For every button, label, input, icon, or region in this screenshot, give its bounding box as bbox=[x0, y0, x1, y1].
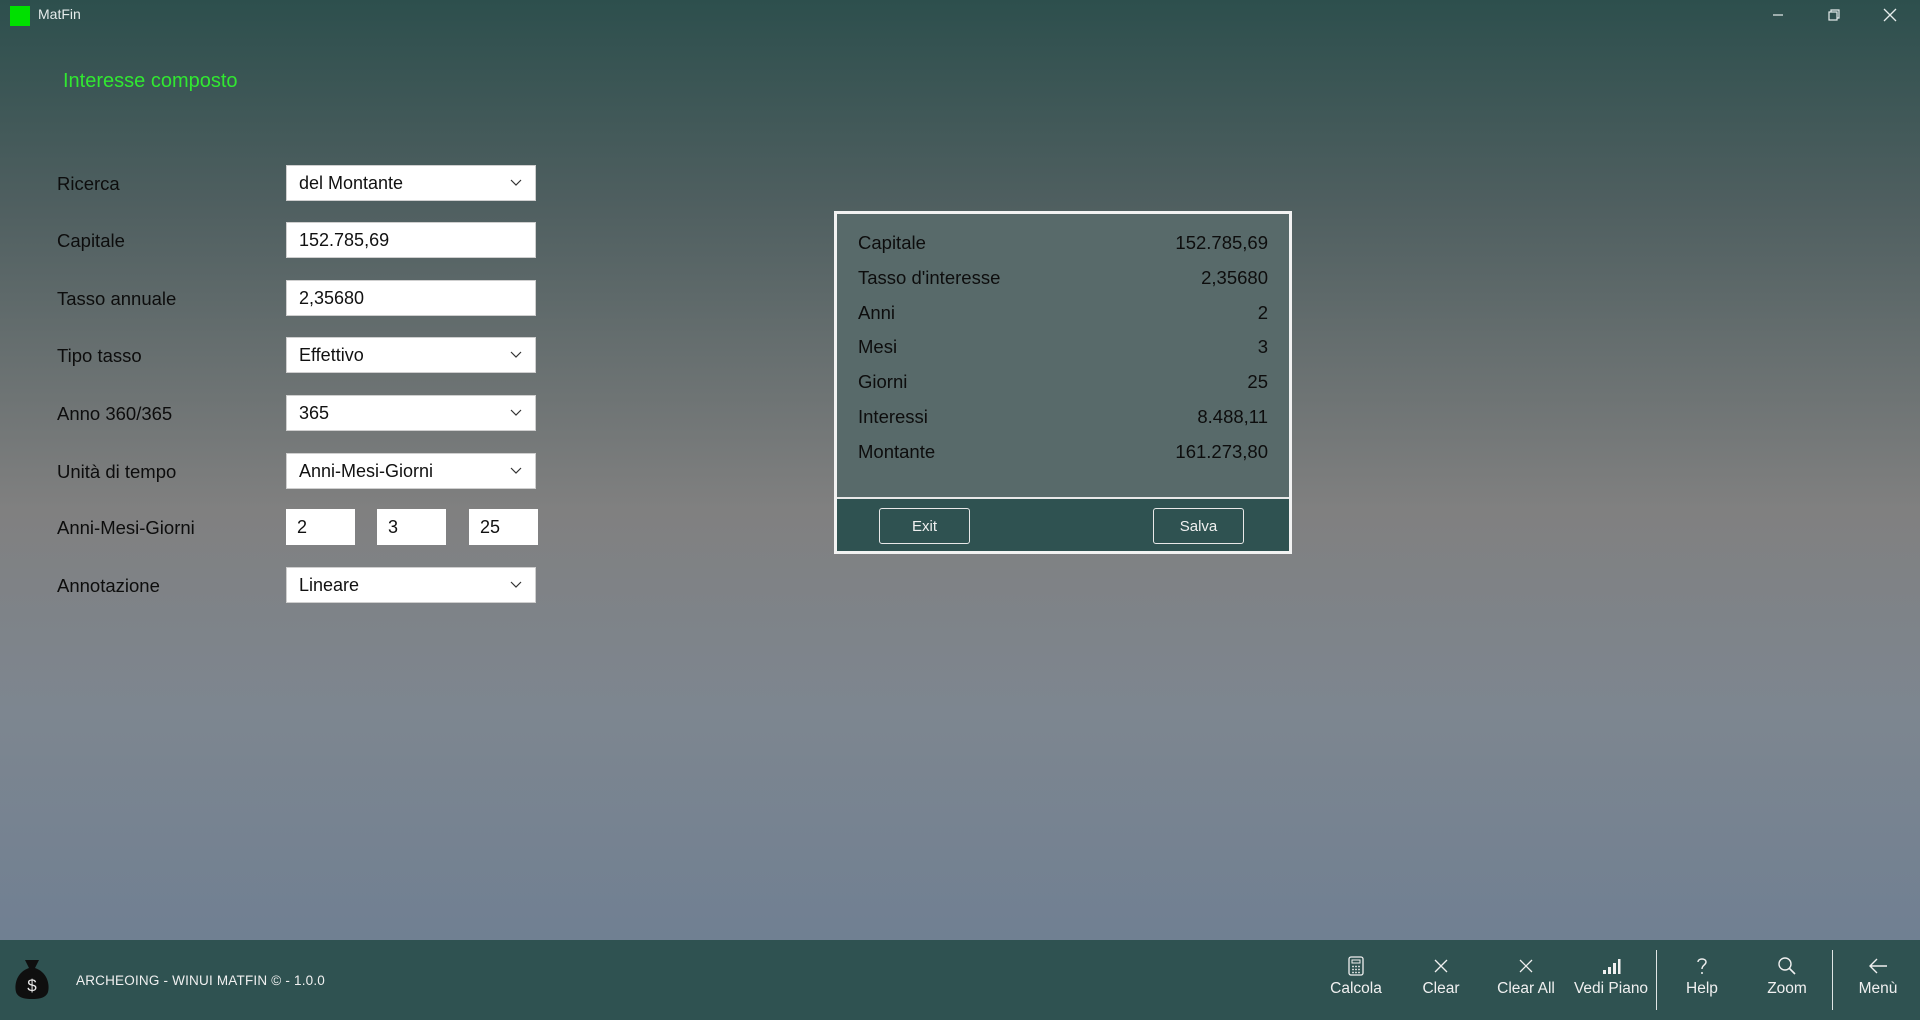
chevron-down-icon bbox=[509, 348, 523, 362]
clear-label: Clear bbox=[1422, 980, 1460, 997]
capitale-value: 152.785,69 bbox=[299, 229, 390, 250]
anno-value: 365 bbox=[299, 402, 330, 423]
restore-button[interactable] bbox=[1806, 0, 1862, 30]
result-label: Mesi bbox=[858, 336, 898, 357]
clear-button[interactable]: Clear bbox=[1401, 954, 1481, 998]
exit-button[interactable]: Exit bbox=[879, 508, 970, 544]
page-title: Interesse composto bbox=[63, 70, 238, 92]
result-row: Mesi 3 bbox=[858, 336, 1268, 358]
clear-all-label: Clear All bbox=[1497, 980, 1555, 997]
zoom-label: Zoom bbox=[1767, 980, 1807, 997]
result-value: 2 bbox=[1257, 302, 1268, 323]
restore-icon bbox=[1828, 9, 1840, 21]
separator bbox=[1656, 950, 1657, 1010]
anni-mesi-giorni-label: Anni-Mesi-Giorni bbox=[57, 517, 195, 538]
result-row: Giorni 25 bbox=[858, 371, 1268, 393]
bottom-bar: $ ARCHEOING - WINUI MATFIN © - 1.0.0 Cal… bbox=[0, 940, 1920, 1020]
result-row: Interessi 8.488,11 bbox=[858, 406, 1268, 428]
giorni-value: 25 bbox=[480, 516, 501, 537]
result-row: Montante 161.273,80 bbox=[858, 441, 1268, 463]
ricerca-select[interactable]: del Montante bbox=[286, 165, 536, 201]
clear-all-icon bbox=[1519, 959, 1533, 973]
zoom-button[interactable]: Zoom bbox=[1747, 954, 1827, 998]
separator bbox=[1832, 950, 1833, 1010]
help-icon bbox=[1697, 958, 1707, 974]
result-value: 25 bbox=[1247, 371, 1268, 392]
mesi-input[interactable]: 3 bbox=[377, 509, 446, 545]
result-label: Anni bbox=[858, 302, 896, 323]
menu-button[interactable]: Menù bbox=[1838, 954, 1918, 998]
results-footer: Exit Salva bbox=[837, 497, 1289, 551]
calcola-label: Calcola bbox=[1330, 980, 1382, 997]
ricerca-label: Ricerca bbox=[57, 173, 120, 194]
minimize-icon bbox=[1773, 14, 1783, 16]
app-title: MatFin bbox=[38, 6, 81, 22]
tasso-annuale-value: 2,35680 bbox=[299, 287, 365, 308]
ricerca-value: del Montante bbox=[299, 172, 404, 193]
tasso-annuale-label: Tasso annuale bbox=[57, 288, 177, 309]
back-arrow-icon bbox=[1869, 958, 1887, 974]
svg-text:$: $ bbox=[27, 976, 37, 995]
anno-label: Anno 360/365 bbox=[57, 403, 173, 424]
tasso-annuale-input[interactable]: 2,35680 bbox=[286, 280, 536, 316]
result-row: Tasso d'interesse 2,35680 bbox=[858, 267, 1268, 289]
app-icon bbox=[10, 6, 30, 26]
tipo-tasso-value: Effettivo bbox=[299, 344, 364, 365]
mesi-value: 3 bbox=[388, 516, 399, 537]
annotazione-select[interactable]: Lineare bbox=[286, 567, 536, 603]
calculator-icon bbox=[1348, 956, 1364, 976]
footer-copyright: ARCHEOING - WINUI MATFIN © - 1.0.0 bbox=[76, 973, 326, 988]
anni-value: 2 bbox=[297, 516, 308, 537]
tipo-tasso-label: Tipo tasso bbox=[57, 345, 142, 366]
result-value: 152.785,69 bbox=[1175, 232, 1268, 253]
result-value: 3 bbox=[1257, 336, 1268, 357]
money-bag-icon: $ bbox=[15, 960, 49, 999]
result-label: Tasso d'interesse bbox=[858, 267, 1001, 288]
result-label: Interessi bbox=[858, 406, 928, 427]
clear-icon bbox=[1434, 959, 1448, 973]
zoom-icon bbox=[1778, 957, 1796, 975]
result-row: Anni 2 bbox=[858, 302, 1268, 324]
unita-tempo-label: Unità di tempo bbox=[57, 461, 177, 482]
tipo-tasso-select[interactable]: Effettivo bbox=[286, 337, 536, 373]
clear-all-button[interactable]: Clear All bbox=[1486, 954, 1566, 998]
result-row: Capitale 152.785,69 bbox=[858, 232, 1268, 254]
result-value: 2,35680 bbox=[1201, 267, 1268, 288]
chevron-down-icon bbox=[509, 406, 523, 420]
unita-tempo-select[interactable]: Anni-Mesi-Giorni bbox=[286, 453, 536, 489]
anni-input[interactable]: 2 bbox=[286, 509, 355, 545]
anno-select[interactable]: 365 bbox=[286, 395, 536, 431]
annotazione-label: Annotazione bbox=[57, 575, 160, 596]
unita-tempo-value: Anni-Mesi-Giorni bbox=[299, 460, 434, 481]
menu-label: Menù bbox=[1858, 980, 1898, 997]
result-label: Giorni bbox=[858, 371, 908, 392]
help-button[interactable]: Help bbox=[1662, 954, 1742, 998]
save-button[interactable]: Salva bbox=[1153, 508, 1244, 544]
results-panel: Capitale 152.785,69 Tasso d'interesse 2,… bbox=[834, 211, 1292, 554]
giorni-input[interactable]: 25 bbox=[469, 509, 538, 545]
result-label: Montante bbox=[858, 441, 936, 462]
help-label: Help bbox=[1686, 980, 1718, 997]
close-button[interactable] bbox=[1862, 0, 1918, 30]
title-bar: MatFin bbox=[0, 0, 1920, 30]
annotazione-value: Lineare bbox=[299, 574, 360, 595]
calcola-button[interactable]: Calcola bbox=[1316, 954, 1396, 998]
close-icon bbox=[1883, 8, 1897, 22]
result-label: Capitale bbox=[858, 232, 926, 253]
capitale-label: Capitale bbox=[57, 230, 125, 251]
result-value: 161.273,80 bbox=[1175, 441, 1268, 462]
vedi-piano-button[interactable]: Vedi Piano bbox=[1571, 954, 1651, 998]
vedi-piano-label: Vedi Piano bbox=[1573, 980, 1649, 997]
result-value: 8.488,11 bbox=[1197, 406, 1268, 427]
minimize-button[interactable] bbox=[1750, 0, 1806, 30]
chevron-down-icon bbox=[509, 176, 523, 190]
bar-chart-icon bbox=[1603, 959, 1621, 974]
chevron-down-icon bbox=[509, 578, 523, 592]
chevron-down-icon bbox=[509, 464, 523, 478]
capitale-input[interactable]: 152.785,69 bbox=[286, 222, 536, 258]
